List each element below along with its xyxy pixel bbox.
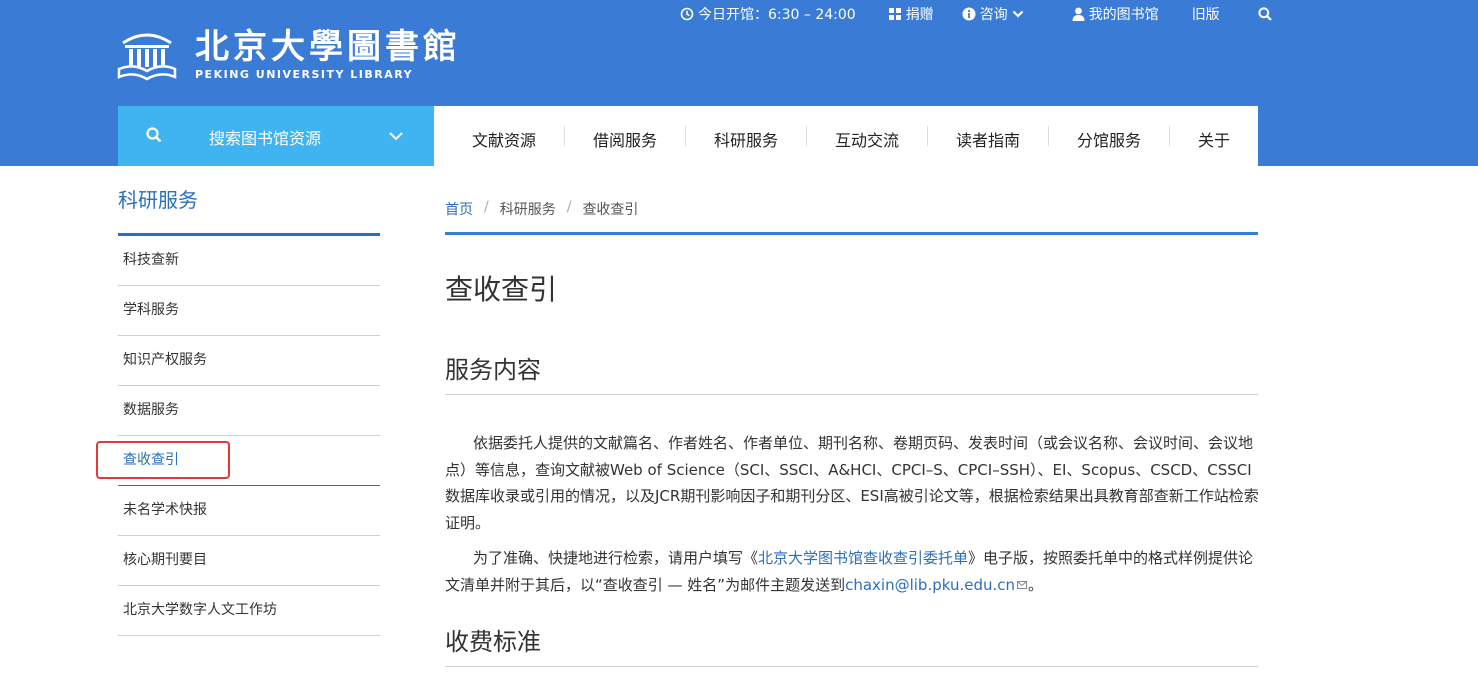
nav-item-documents[interactable]: 文献资源: [472, 127, 536, 151]
sidebar-item-digital-humanities[interactable]: 北京大学数字人文工作坊: [118, 586, 380, 636]
breadcrumb-research[interactable]: 科研服务: [500, 199, 556, 219]
main-nav: 文献资源 借阅服务 科研服务 互动交流 读者指南 分馆服务 关于: [434, 106, 1258, 166]
sidebar-item-subject-services[interactable]: 学科服务: [118, 286, 380, 336]
site-header: 北京大學圖書館 PEKING UNIVERSITY LIBRARY 今日开馆：6…: [0, 0, 1478, 166]
sidebar-item-data-services[interactable]: 数据服务: [118, 386, 380, 436]
sidebar-item-novelty-search[interactable]: 科技查新: [118, 236, 380, 286]
search-icon: [1258, 7, 1272, 21]
selection-highlight-box: [96, 441, 230, 479]
service-description-paragraph: 依据委托人提供的文献篇名、作者姓名、作者单位、期刊名称、卷期页码、发表时间（或会…: [445, 434, 1259, 532]
sidebar-item-weiming-bulletin[interactable]: 未名学术快报: [118, 486, 380, 536]
breadcrumb-divider: [445, 232, 1258, 235]
sidebar-menu: 科技查新 学科服务 知识产权服务 数据服务 查收查引 未名学术快报 核心期刊要目…: [118, 236, 380, 636]
logo-chinese-text: 北京大學圖書館: [195, 27, 461, 67]
breadcrumb-separator: /: [484, 199, 489, 215]
nav-divider: [806, 126, 807, 146]
nav-divider: [1169, 126, 1170, 146]
nav-divider: [564, 126, 565, 146]
breadcrumb-separator: /: [566, 199, 572, 215]
info-icon: [962, 7, 976, 21]
page-title: 查收查引: [445, 273, 558, 306]
section-title-fees: 收费标准: [445, 628, 541, 656]
nav-divider: [685, 126, 686, 146]
library-building-icon: [117, 33, 177, 80]
user-icon: [1072, 7, 1085, 21]
search-label: 搜索图书馆资源: [209, 129, 322, 148]
nav-item-guide[interactable]: 读者指南: [956, 127, 1020, 151]
nav-item-branches[interactable]: 分馆服务: [1077, 127, 1141, 151]
sidebar-item-ip-services[interactable]: 知识产权服务: [118, 336, 380, 386]
mail-icon: [1017, 581, 1028, 589]
email-link[interactable]: chaxin@lib.pku.edu.cn: [845, 576, 1015, 594]
top-utility-bar: 今日开馆：6:30 – 24:00 捐赠 咨询 我的图书馆 旧版: [680, 4, 1276, 24]
donate-link[interactable]: 捐赠: [888, 4, 934, 24]
section-title-service-content: 服务内容: [445, 356, 541, 384]
section-divider: [445, 666, 1258, 667]
old-version-link[interactable]: 旧版: [1192, 4, 1220, 24]
section-divider: [445, 394, 1258, 395]
chevron-down-icon: [1012, 10, 1023, 18]
breadcrumb: 首页 / 科研服务 / 查收查引: [445, 199, 638, 219]
my-library-link[interactable]: 我的图书馆: [1072, 4, 1159, 24]
nav-item-about[interactable]: 关于: [1198, 127, 1230, 151]
entrustment-form-link[interactable]: 北京大学图书馆查收查引委托单: [758, 549, 968, 567]
nav-item-research[interactable]: 科研服务: [714, 127, 778, 151]
chevron-down-icon: [389, 132, 403, 141]
breadcrumb-home[interactable]: 首页: [445, 199, 473, 219]
opening-hours: 今日开馆：6:30 – 24:00: [680, 4, 856, 24]
logo-english-text: PEKING UNIVERSITY LIBRARY: [195, 68, 414, 81]
clock-icon: [680, 7, 694, 21]
donate-icon: [888, 8, 901, 20]
library-logo[interactable]: 北京大學圖書館 PEKING UNIVERSITY LIBRARY: [117, 28, 461, 81]
breadcrumb-current: 查收查引: [582, 202, 639, 218]
nav-item-borrowing[interactable]: 借阅服务: [593, 127, 657, 151]
search-icon: [146, 127, 162, 143]
nav-divider: [1048, 126, 1049, 146]
sidebar-item-core-journals[interactable]: 核心期刊要目: [118, 536, 380, 586]
top-search-button[interactable]: [1258, 7, 1276, 21]
resource-search-toggle[interactable]: 搜索图书馆资源: [118, 106, 434, 166]
submission-instructions-paragraph: 为了准确、快捷地进行检索，请用户填写《北京大学图书馆查收查引委托单》电子版，按照…: [445, 549, 1254, 594]
consult-dropdown[interactable]: 咨询: [962, 4, 1028, 24]
nav-item-interaction[interactable]: 互动交流: [835, 127, 899, 151]
sidebar-title: 科研服务: [118, 188, 198, 212]
nav-divider: [927, 126, 928, 146]
